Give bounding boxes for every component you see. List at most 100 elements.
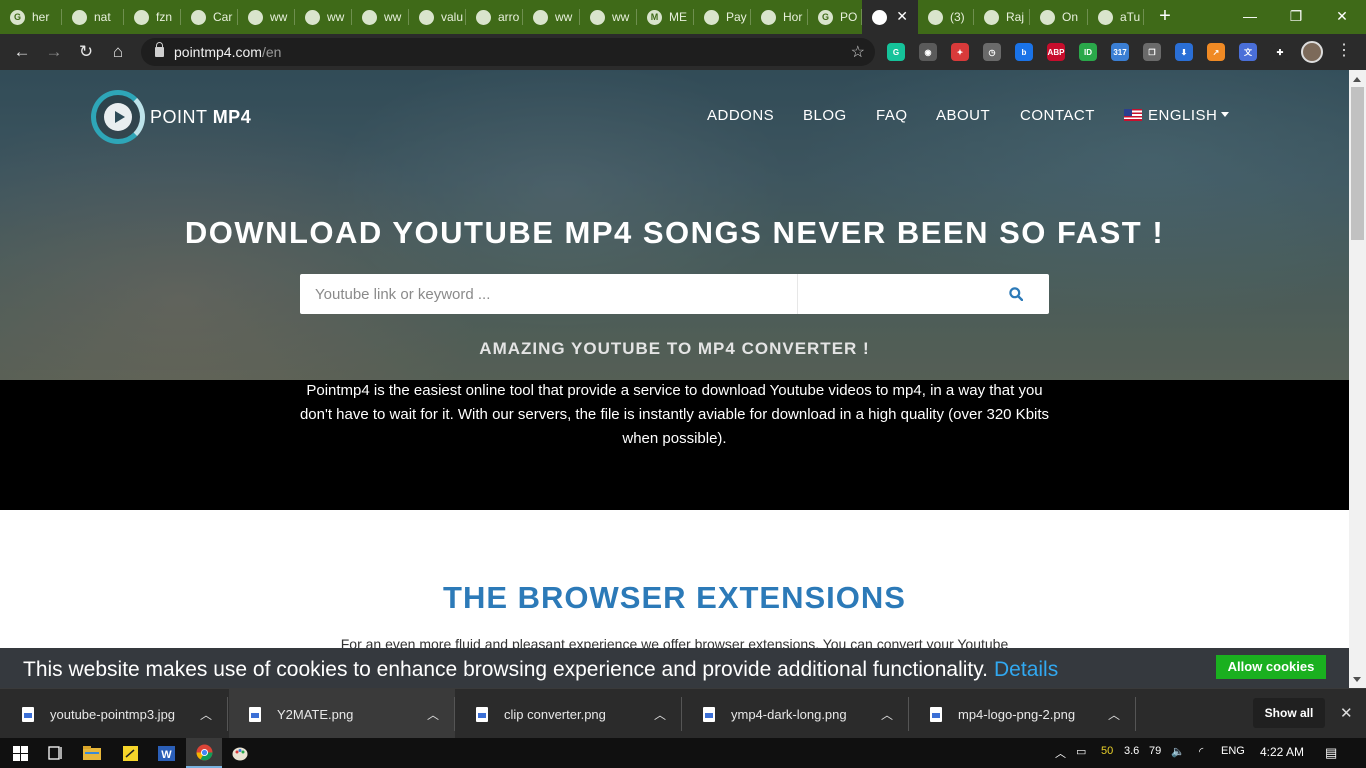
url-host: pointmp4.com	[174, 44, 262, 60]
bing-icon[interactable]: b	[1015, 43, 1033, 61]
notifications-icon[interactable]: ▤	[1325, 745, 1337, 761]
download-item[interactable]: ymp4-dark-long.png ︿	[683, 689, 909, 739]
language-indicator[interactable]: ENG	[1221, 745, 1245, 757]
tab-title: PO	[840, 10, 858, 24]
browser-tab[interactable]: Pay	[694, 0, 751, 34]
allow-cookies-button[interactable]: Allow cookies	[1216, 655, 1326, 679]
play-logo-icon	[91, 90, 145, 144]
browser-tab[interactable]: ww	[352, 0, 409, 34]
tab-title: Raj	[1006, 10, 1025, 24]
grammarly-icon[interactable]: G	[887, 43, 905, 61]
file-icon	[476, 706, 488, 722]
sticky-notes-icon[interactable]	[112, 738, 148, 768]
bookmark-star-icon[interactable]: ☆	[851, 42, 865, 62]
clock-ext-icon[interactable]: ◷	[983, 43, 1001, 61]
chevron-up-icon[interactable]: ︿	[881, 706, 893, 723]
tab-title: Hor	[783, 10, 803, 24]
close-shelf-icon[interactable]: ✕	[1340, 704, 1353, 722]
tray-volume-value: 79	[1149, 745, 1162, 757]
chevron-up-icon[interactable]: ︿	[427, 706, 439, 723]
show-all-downloads-button[interactable]: Show all	[1253, 698, 1325, 728]
nav-blog[interactable]: BLOG	[803, 107, 847, 124]
browser-tab[interactable]: Car	[181, 0, 238, 34]
browser-menu-icon[interactable]: ⋮	[1336, 40, 1352, 60]
browser-tab[interactable]: valu	[409, 0, 466, 34]
file-icon	[249, 706, 261, 722]
download-item[interactable]: mp4-logo-png-2.png ︿	[910, 689, 1136, 739]
browser-tab[interactable]: ww	[580, 0, 637, 34]
id-ext-icon[interactable]: ID	[1079, 43, 1097, 61]
file-explorer-icon[interactable]	[74, 738, 110, 768]
nav-addons[interactable]: ADDONS	[707, 107, 774, 124]
nav-contact[interactable]: CONTACT	[1020, 107, 1095, 124]
browser-tab[interactable]: Raj	[974, 0, 1030, 34]
browser-tab[interactable]: Hor	[751, 0, 808, 34]
download-item[interactable]: Y2MATE.png ︿	[229, 689, 455, 739]
lock-icon[interactable]	[155, 42, 164, 57]
close-tab-icon[interactable]: ✕	[896, 8, 908, 25]
close-window-button[interactable]: ✕	[1330, 4, 1354, 28]
cookie-details-link[interactable]: Details	[994, 658, 1058, 681]
site-logo[interactable]: POINT MP4	[91, 90, 251, 144]
browser-tab[interactable]: On	[1030, 0, 1088, 34]
tabs-ext-icon[interactable]: ❐	[1143, 43, 1161, 61]
scroll-up-arrow-icon[interactable]	[1353, 77, 1361, 82]
new-tab-button[interactable]: +	[1154, 5, 1176, 27]
profile-avatar[interactable]	[1301, 41, 1323, 63]
browser-tab[interactable]: M ME	[637, 0, 694, 34]
wifi-icon[interactable]: ◜	[1199, 745, 1203, 758]
calendar-ext-icon[interactable]: 317	[1111, 43, 1129, 61]
nav-faq[interactable]: FAQ	[876, 107, 908, 124]
scroll-down-arrow-icon[interactable]	[1353, 677, 1361, 682]
language-dropdown[interactable]: ENGLISH	[1124, 107, 1230, 124]
browser-tab[interactable]: fzn	[124, 0, 181, 34]
maximize-button[interactable]: ❐	[1284, 4, 1308, 28]
forward-button[interactable]: →	[42, 40, 66, 64]
tab-active[interactable]: ✕	[862, 0, 918, 34]
globe-icon	[134, 9, 149, 25]
search-input[interactable]	[300, 274, 798, 314]
task-view-icon[interactable]	[38, 738, 74, 768]
scroll-thumb[interactable]	[1351, 87, 1364, 240]
reload-button[interactable]: ↻	[74, 40, 98, 64]
chevron-up-icon[interactable]: ︿	[654, 706, 666, 723]
clock[interactable]: 4:22 AM	[1260, 745, 1304, 759]
pin-icon[interactable]: ✦	[951, 43, 969, 61]
home-button[interactable]: ⌂	[106, 40, 130, 64]
browser-tab[interactable]: ww	[295, 0, 352, 34]
chart-ext-icon[interactable]: ↗	[1207, 43, 1225, 61]
word-icon[interactable]: W	[148, 738, 184, 768]
language-label: ENGLISH	[1148, 107, 1218, 124]
page-scrollbar[interactable]	[1349, 70, 1366, 688]
browser-toolbar: ← → ↻ ⌂ pointmp4.com/en ☆ G ◉ ✦ ◷ b ABP ID 317 ❐…	[0, 34, 1366, 70]
download-item[interactable]: clip converter.png ︿	[456, 689, 682, 739]
volume-icon[interactable]: 🔈	[1171, 745, 1185, 758]
paint-icon[interactable]	[222, 738, 258, 768]
browser-tab[interactable]: ww	[238, 0, 295, 34]
minimize-button[interactable]: —	[1238, 4, 1262, 28]
address-bar[interactable]: pointmp4.com/en ☆	[141, 38, 875, 66]
puzzle-icon[interactable]: ✚	[1271, 43, 1289, 61]
bulb-icon[interactable]: ◉	[919, 43, 937, 61]
battery-icon[interactable]: ▭	[1076, 745, 1086, 758]
browser-tab[interactable]: aTu	[1088, 0, 1144, 34]
download-item[interactable]: youtube-pointmp3.jpg ︿	[2, 689, 228, 739]
browser-tab[interactable]: ww	[523, 0, 580, 34]
tray-chevron-up-icon[interactable]: ︿	[1055, 745, 1066, 761]
browser-tab[interactable]: (3)	[918, 0, 974, 34]
chevron-up-icon[interactable]: ︿	[1108, 706, 1120, 723]
browser-tab[interactable]: Gher	[0, 0, 62, 34]
url-text[interactable]: pointmp4.com/en	[174, 44, 281, 60]
download-ext-icon[interactable]: ⬇	[1175, 43, 1193, 61]
nav-about[interactable]: ABOUT	[936, 107, 990, 124]
windows-start-icon[interactable]	[2, 738, 38, 768]
translate-ext-icon[interactable]: 文	[1239, 43, 1257, 61]
browser-tab[interactable]: nat	[62, 0, 124, 34]
adblock-plus-icon[interactable]: ABP	[1047, 43, 1065, 61]
chevron-up-icon[interactable]: ︿	[200, 706, 212, 723]
browser-tab[interactable]: G PO	[808, 0, 862, 34]
search-icon[interactable]	[1009, 287, 1023, 301]
back-button[interactable]: ←	[10, 40, 34, 64]
browser-tab[interactable]: arro	[466, 0, 523, 34]
chrome-icon[interactable]	[186, 738, 222, 768]
